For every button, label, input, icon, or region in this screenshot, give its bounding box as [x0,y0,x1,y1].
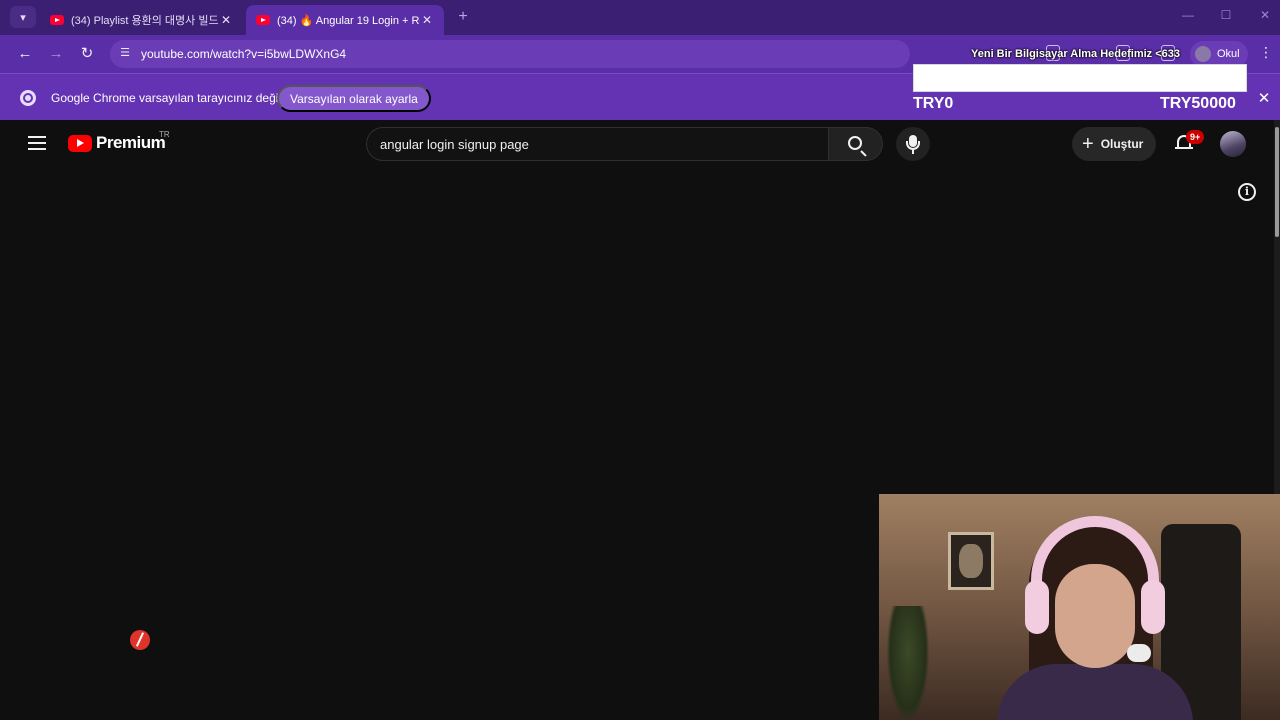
search-query: angular login signup page [380,137,529,152]
infobar-close-icon[interactable]: ✕ [1256,89,1272,107]
create-label: Oluştur [1100,137,1144,151]
new-tab-plus-icon[interactable]: + [455,8,471,26]
window-close-icon[interactable]: ✕ [1257,8,1273,22]
close-tab-icon[interactable]: ✕ [219,13,233,27]
search-button[interactable] [828,127,883,161]
browser-tab-strip: ▾ (34) Playlist 용환의 대명사 빌드 ✕ (34) 🔥 Angu… [0,0,1280,35]
screen: ▾ (34) Playlist 용환의 대명사 빌드 ✕ (34) 🔥 Angu… [0,0,1280,720]
headset-microphone [1127,644,1151,662]
youtube-favicon-icon [50,15,64,25]
bell-base [1175,147,1193,149]
guide-menu-icon[interactable] [28,136,46,150]
back-arrow-icon[interactable]: ← [15,44,35,64]
address-url[interactable]: youtube.com/watch?v=i5bwLDWXnG4 [141,47,346,61]
youtube-play-icon [68,134,92,152]
plant [887,606,929,720]
headset-right-cup [1141,580,1165,634]
youtube-premium-logo[interactable]: Premium TR [68,130,170,154]
create-button[interactable]: + Oluştur [1072,127,1156,161]
voice-search-button[interactable] [896,127,930,161]
search-input[interactable]: angular login signup page [366,127,828,161]
browser-tab-playlist[interactable]: (34) Playlist 용환의 대명사 빌드 ✕ [40,5,243,35]
browser-tab-angular[interactable]: (34) 🔥 Angular 19 Login + Register ✕ [246,5,444,35]
plus-icon: + [1082,133,1094,155]
forward-arrow-icon[interactable]: → [46,44,66,64]
account-avatar[interactable] [1220,131,1246,157]
donation-goal-progress-bar [913,64,1247,92]
set-default-button[interactable]: Varsayılan olarak ayarla [277,85,431,112]
donation-goal-max: TRY50000 [1160,95,1236,112]
microphone-foot [912,150,914,154]
chevron-down-icon: ▾ [20,11,26,24]
tab-title: (34) Playlist 용환의 대명사 빌드 [71,15,219,27]
wall-picture-frame [948,532,994,590]
info-icon[interactable]: i [1238,183,1256,201]
infobar-message: Google Chrome varsayılan tarayıcınız değ… [51,91,282,105]
headset-band [1031,516,1159,612]
tab-title: (34) 🔥 Angular 19 Login + Register [277,14,420,27]
loading-spinner-icon [130,630,150,650]
site-info-icon[interactable]: ☰ [118,46,132,62]
browser-menu-icon[interactable]: ⋮ [1258,44,1274,64]
headset-left-cup [1025,580,1049,634]
streamer-body [997,664,1193,720]
profile-avatar [1195,46,1211,62]
country-code: TR [159,130,170,139]
minimize-icon[interactable]: — [1180,8,1196,22]
address-bar[interactable]: ☰ youtube.com/watch?v=i5bwLDWXnG4 [110,40,910,68]
donation-goal-min: TRY0 [913,95,954,112]
close-tab-icon[interactable]: ✕ [420,13,434,27]
tab-search-dropdown[interactable]: ▾ [10,6,36,28]
microphone-stand [906,141,920,150]
logo-wordmark: Premium [96,133,166,152]
scrollbar-thumb[interactable] [1275,127,1279,237]
notification-badge: 9+ [1186,130,1205,144]
webcam-overlay [879,494,1280,720]
maximize-icon[interactable]: ☐ [1218,8,1234,22]
profile-label: Okul [1217,48,1240,60]
donation-goal-title: Yeni Bir Bilgisayar Alma Hedefimiz <633 [971,48,1180,60]
reload-icon[interactable]: ↻ [77,44,97,64]
youtube-favicon-icon [256,15,270,25]
search-icon [848,136,862,150]
chrome-logo-icon [20,90,36,106]
